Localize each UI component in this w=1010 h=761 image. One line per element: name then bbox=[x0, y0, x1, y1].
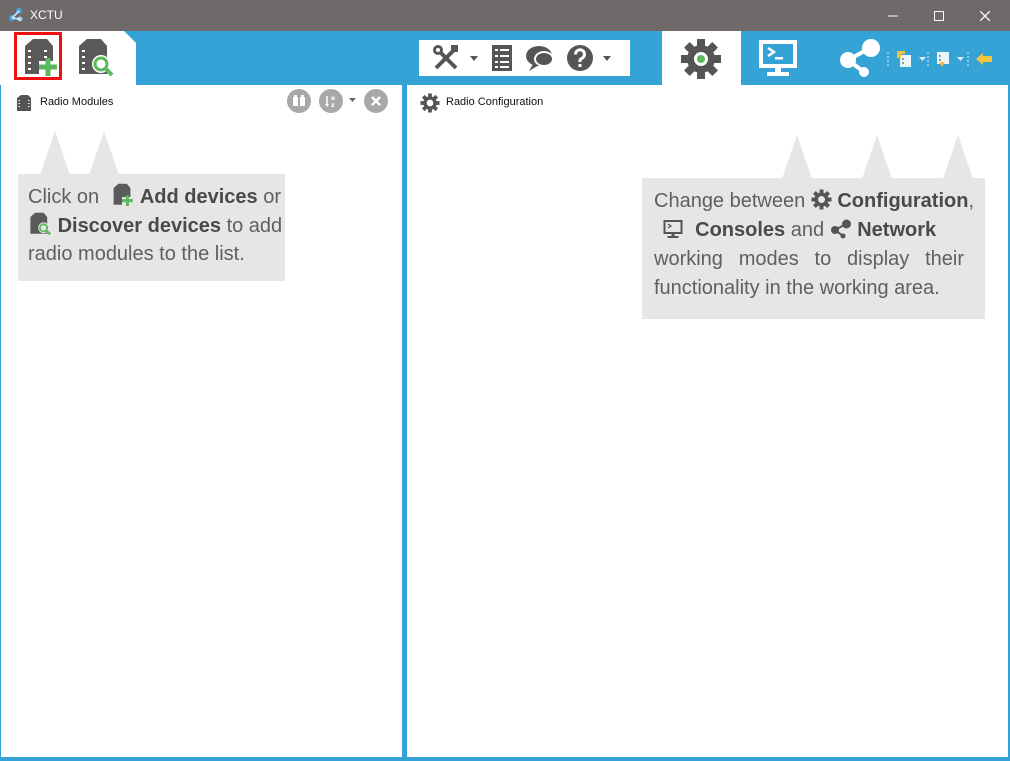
gear-icon bbox=[681, 39, 721, 79]
discover-device-icon bbox=[30, 212, 52, 235]
main-toolbar bbox=[0, 31, 1010, 85]
save-profile-icon bbox=[937, 52, 949, 67]
hint-text: or bbox=[263, 186, 282, 208]
discover-devices-button[interactable] bbox=[73, 34, 117, 78]
gear-icon bbox=[811, 189, 832, 210]
working-modes-hint: Change between Configuration, Consoles a… bbox=[642, 178, 985, 319]
hint-text: to add bbox=[226, 215, 283, 237]
console-monitor-icon bbox=[759, 40, 797, 76]
add-devices-highlight bbox=[14, 32, 62, 80]
svg-text:z: z bbox=[331, 102, 335, 108]
sort-modules-button[interactable]: a z bbox=[319, 89, 343, 113]
maximize-button[interactable] bbox=[916, 0, 962, 31]
hint-text: Click on bbox=[28, 186, 100, 208]
help-icon bbox=[567, 45, 593, 71]
consoles-mode-button[interactable] bbox=[754, 36, 802, 80]
filter-modules-button[interactable] bbox=[287, 89, 311, 113]
load-profile-dropdown-icon[interactable] bbox=[919, 57, 926, 61]
hint-network-label: Network bbox=[857, 219, 937, 241]
network-icon bbox=[830, 219, 851, 239]
gear-icon bbox=[420, 93, 440, 113]
hint-text: , bbox=[968, 190, 975, 212]
tools-group bbox=[419, 40, 630, 76]
hint-text: functionality in the working area. bbox=[654, 277, 940, 299]
configuration-mode-button[interactable] bbox=[662, 31, 741, 85]
minimize-button[interactable] bbox=[870, 0, 916, 31]
sort-dropdown-icon[interactable] bbox=[349, 98, 356, 102]
hint-text: Change between bbox=[654, 190, 806, 212]
load-profile-button[interactable] bbox=[893, 49, 915, 69]
close-icon bbox=[980, 10, 990, 21]
load-profile-icon bbox=[897, 51, 911, 67]
network-icon bbox=[840, 39, 880, 77]
toolbar-separator bbox=[927, 52, 929, 66]
remove-modules-button[interactable] bbox=[364, 89, 388, 113]
save-profile-button[interactable] bbox=[931, 49, 953, 69]
back-arrow-icon bbox=[976, 53, 992, 65]
title-bar: XCTU bbox=[0, 0, 1010, 31]
tools-dropdown-icon[interactable] bbox=[470, 56, 478, 61]
toolbar-separator bbox=[967, 52, 969, 66]
hint-configuration-label: Configuration bbox=[837, 190, 969, 212]
network-mode-button[interactable] bbox=[836, 36, 884, 80]
hint-discover-devices-label: Discover devices bbox=[57, 215, 221, 237]
maximize-icon bbox=[934, 10, 944, 21]
chat-bubbles-icon bbox=[526, 46, 554, 71]
feedback-button[interactable] bbox=[523, 43, 559, 73]
hint-consoles-label: Consoles bbox=[695, 219, 786, 241]
filter-icon bbox=[293, 95, 305, 106]
minimize-icon bbox=[888, 15, 898, 16]
hint-add-devices-label: Add devices bbox=[139, 186, 258, 208]
document-list-icon bbox=[492, 45, 512, 71]
remove-icon bbox=[371, 96, 381, 106]
radio-configuration-title: Radio Configuration bbox=[446, 96, 544, 108]
help-button[interactable] bbox=[564, 43, 596, 73]
console-monitor-icon bbox=[663, 220, 683, 238]
frames-generator-button[interactable] bbox=[487, 43, 517, 73]
back-button[interactable] bbox=[972, 49, 996, 69]
hint-text: working modes to display their bbox=[654, 248, 964, 270]
xctu-logo-icon bbox=[9, 8, 23, 22]
hint-text: and bbox=[790, 219, 825, 241]
svg-text:a: a bbox=[331, 95, 335, 102]
help-dropdown-icon[interactable] bbox=[603, 56, 611, 61]
discover-device-icon bbox=[79, 39, 114, 76]
hint-text: radio modules to the list. bbox=[28, 243, 245, 265]
add-device-icon bbox=[113, 183, 134, 206]
add-devices-hint: Click on Add devices or Discover devices… bbox=[18, 174, 285, 281]
sort-icon: a z bbox=[325, 95, 335, 108]
panel-splitter[interactable] bbox=[402, 85, 407, 761]
save-profile-dropdown-icon[interactable] bbox=[957, 57, 964, 61]
toolbar-separator bbox=[887, 52, 889, 66]
tools-button[interactable] bbox=[429, 43, 463, 73]
radio-module-icon bbox=[17, 95, 31, 111]
radio-modules-title: Radio Modules bbox=[40, 96, 114, 108]
close-window-button[interactable] bbox=[962, 0, 1008, 31]
tools-icon bbox=[433, 45, 458, 70]
window-title: XCTU bbox=[30, 8, 63, 22]
